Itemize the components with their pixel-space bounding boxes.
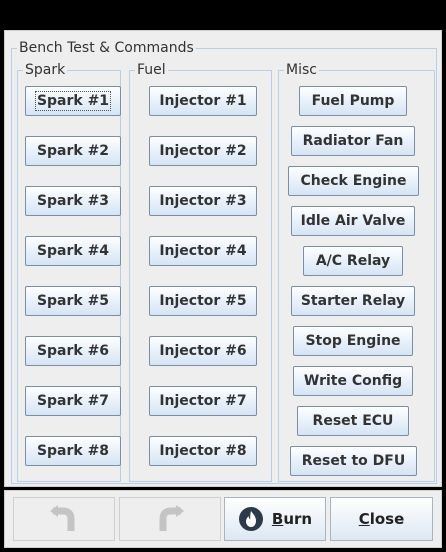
injector-4-label: Injector #4 — [159, 243, 247, 259]
spark-7-button[interactable]: Spark #7 — [25, 386, 121, 416]
spark-7-label: Spark #7 — [36, 393, 110, 409]
injector-1-button[interactable]: Injector #1 — [149, 86, 257, 116]
misc-group-title: Misc — [284, 61, 319, 79]
redo-button[interactable] — [119, 497, 221, 541]
reset-ecu-label: Reset ECU — [312, 413, 394, 429]
burn-label-rest: urn — [283, 510, 313, 528]
stop-engine-button[interactable]: Stop Engine — [293, 326, 413, 356]
write-config-button[interactable]: Write Config — [293, 366, 413, 396]
spark-1-button[interactable]: Spark #1 — [25, 86, 121, 116]
spark-3-label: Spark #3 — [36, 193, 110, 209]
spark-4-label: Spark #4 — [36, 243, 110, 259]
spark-1-label: Spark #1 — [34, 91, 112, 111]
close-mnemonic: C — [358, 510, 370, 528]
radiator-fan-label: Radiator Fan — [302, 133, 404, 149]
injector-7-label: Injector #7 — [159, 393, 247, 409]
burn-label: Burn — [272, 510, 312, 528]
check-engine-label: Check Engine — [300, 173, 407, 189]
injector-1-label: Injector #1 — [159, 93, 247, 109]
injector-3-button[interactable]: Injector #3 — [149, 186, 257, 216]
write-config-label: Write Config — [303, 373, 403, 389]
injector-5-label: Injector #5 — [159, 293, 247, 309]
bench-test-window: Bench Test & Commands Spark Fuel Misc Sp… — [0, 0, 446, 552]
reset-to-dfu-button[interactable]: Reset to DFU — [290, 446, 417, 476]
reset-to-dfu-label: Reset to DFU — [301, 453, 406, 469]
spark-5-label: Spark #5 — [36, 293, 110, 309]
starter-relay-button[interactable]: Starter Relay — [291, 286, 415, 316]
injector-6-label: Injector #6 — [159, 343, 247, 359]
undo-button[interactable] — [13, 497, 115, 541]
burn-mnemonic: B — [271, 510, 284, 528]
bench-test-title: Bench Test & Commands — [17, 39, 196, 57]
burn-button[interactable]: Burn — [224, 497, 326, 541]
close-label-rest: lose — [369, 510, 405, 528]
spark-6-label: Spark #6 — [36, 343, 110, 359]
close-button[interactable]: Close — [330, 497, 433, 541]
injector-7-button[interactable]: Injector #7 — [149, 386, 257, 416]
undo-arrow-icon — [47, 503, 81, 535]
stop-engine-label: Stop Engine — [305, 333, 401, 349]
spark-2-button[interactable]: Spark #2 — [25, 136, 121, 166]
ac-relay-label: A/C Relay — [315, 253, 391, 269]
injector-4-button[interactable]: Injector #4 — [149, 236, 257, 266]
fuel-pump-label: Fuel Pump — [311, 93, 395, 109]
spark-4-button[interactable]: Spark #4 — [25, 236, 121, 266]
bench-test-panel: Bench Test & Commands Spark Fuel Misc Sp… — [4, 30, 442, 487]
injector-3-label: Injector #3 — [159, 193, 247, 209]
spark-5-button[interactable]: Spark #5 — [25, 286, 121, 316]
radiator-fan-button[interactable]: Radiator Fan — [291, 126, 415, 156]
fuel-group: Fuel — [129, 61, 272, 482]
starter-relay-label: Starter Relay — [300, 293, 406, 309]
idle-air-valve-button[interactable]: Idle Air Valve — [291, 206, 415, 236]
injector-6-button[interactable]: Injector #6 — [149, 336, 257, 366]
fuel-group-title: Fuel — [135, 61, 168, 79]
bottom-toolbar: Burn Close — [4, 490, 442, 548]
check-engine-button[interactable]: Check Engine — [288, 166, 419, 196]
close-label: Close — [359, 510, 405, 528]
reset-ecu-button[interactable]: Reset ECU — [297, 406, 409, 436]
spark-8-button[interactable]: Spark #8 — [25, 436, 121, 466]
spark-group-title: Spark — [23, 61, 68, 79]
injector-8-button[interactable]: Injector #8 — [149, 436, 257, 466]
fuel-pump-button[interactable]: Fuel Pump — [299, 86, 407, 116]
ac-relay-button[interactable]: A/C Relay — [303, 246, 403, 276]
injector-8-label: Injector #8 — [159, 443, 247, 459]
redo-arrow-icon — [153, 503, 187, 535]
idle-air-valve-label: Idle Air Valve — [300, 213, 406, 229]
spark-2-label: Spark #2 — [36, 143, 110, 159]
spark-group: Spark — [17, 61, 121, 482]
injector-5-button[interactable]: Injector #5 — [149, 286, 257, 316]
injector-2-button[interactable]: Injector #2 — [149, 136, 257, 166]
spark-3-button[interactable]: Spark #3 — [25, 186, 121, 216]
spark-8-label: Spark #8 — [36, 443, 110, 459]
flame-icon — [238, 506, 264, 532]
injector-2-label: Injector #2 — [159, 143, 247, 159]
spark-6-button[interactable]: Spark #6 — [25, 336, 121, 366]
